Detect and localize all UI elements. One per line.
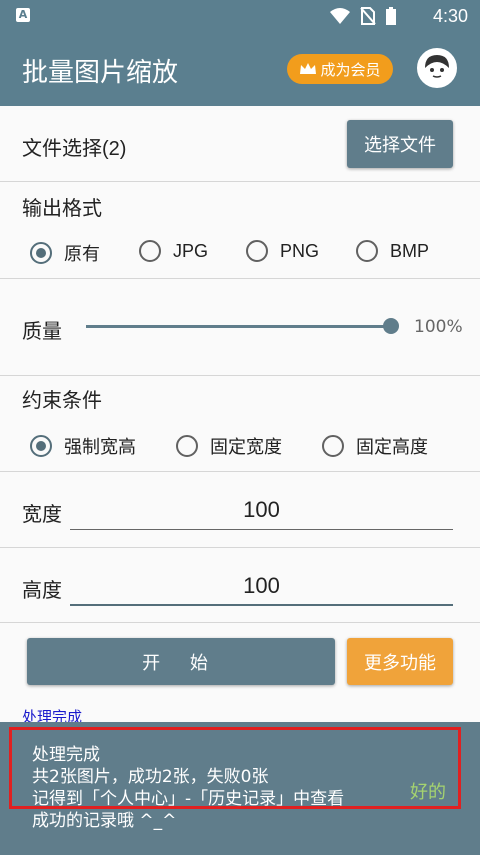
user-face-icon	[425, 55, 449, 78]
status-bar: A 4:30	[0, 0, 480, 32]
radio-label: 强制宽高	[64, 437, 136, 457]
radio-label: 原有	[64, 244, 100, 264]
radio-checked-icon	[30, 435, 52, 457]
radio-unchecked-icon	[356, 240, 378, 262]
quality-slider-track[interactable]	[86, 325, 392, 328]
output-format-label: 输出格式	[22, 198, 102, 220]
divider	[0, 375, 480, 376]
divider	[0, 471, 480, 472]
radio-unchecked-icon	[139, 240, 161, 262]
radio-label: 固定宽度	[210, 437, 282, 457]
divider	[0, 181, 480, 182]
height-field[interactable]: 100	[70, 573, 453, 599]
wifi-icon	[330, 8, 350, 24]
constraint-label: 约束条件	[22, 390, 102, 412]
clock: 4:30	[432, 6, 468, 26]
page-title: 批量图片缩放	[22, 57, 179, 87]
radio-checked-icon	[30, 242, 52, 264]
radio-label: 固定高度	[356, 437, 428, 457]
width-label: 宽度	[22, 504, 62, 526]
radio-label: JPG	[173, 240, 209, 261]
radio-unchecked-icon	[322, 435, 344, 457]
constraint-radio-fixed-height[interactable]: 固定高度	[322, 433, 428, 459]
quality-label: 质量	[22, 321, 62, 343]
sim-indicator-icon: A	[16, 8, 30, 22]
width-field[interactable]: 100	[70, 497, 453, 523]
vip-button[interactable]: 成为会员	[287, 54, 393, 84]
radio-label: PNG	[280, 240, 320, 261]
start-button[interactable]: 开 始	[27, 638, 335, 685]
radio-unchecked-icon	[176, 435, 198, 457]
crown-icon	[300, 63, 317, 74]
divider	[0, 547, 480, 548]
constraint-radio-force[interactable]: 强制宽高	[30, 433, 136, 459]
choose-file-button[interactable]: 选择文件	[347, 120, 453, 168]
radio-label: BMP	[390, 240, 430, 261]
no-sim-icon	[360, 7, 376, 25]
width-field-underline	[70, 529, 453, 530]
radio-unchecked-icon	[246, 240, 268, 262]
format-radio-original[interactable]: 原有	[30, 240, 100, 266]
quality-value: 100%	[414, 317, 463, 337]
app-bar: 批量图片缩放 成为会员	[0, 32, 480, 106]
file-select-label: 文件选择(2)	[22, 138, 127, 160]
divider	[0, 278, 480, 279]
format-radio-jpg[interactable]: JPG	[139, 240, 208, 262]
vip-button-label: 成为会员	[320, 60, 381, 79]
avatar[interactable]	[417, 48, 457, 88]
constraint-radio-fixed-width[interactable]: 固定宽度	[176, 433, 282, 459]
battery-icon	[386, 7, 396, 25]
height-field-underline	[70, 604, 453, 606]
quality-slider-thumb[interactable]	[383, 318, 399, 334]
format-radio-bmp[interactable]: BMP	[356, 240, 429, 262]
format-radio-png[interactable]: PNG	[246, 240, 319, 262]
highlight-box	[9, 727, 461, 809]
divider	[0, 622, 480, 623]
more-features-button[interactable]: 更多功能	[347, 638, 453, 685]
height-label: 高度	[22, 580, 62, 602]
